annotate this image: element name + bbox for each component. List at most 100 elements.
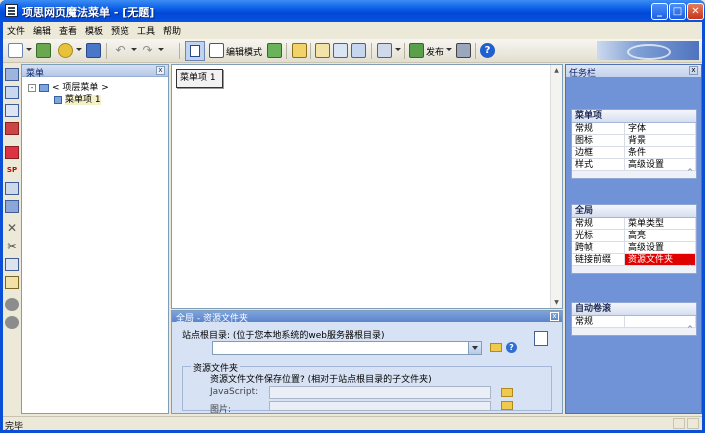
- help-icon[interactable]: ?: [480, 43, 495, 58]
- copy-style-icon[interactable]: [5, 182, 19, 195]
- images-label: 图片:: [210, 405, 232, 415]
- insert-item-icon[interactable]: [315, 43, 330, 58]
- menu-tree-close-icon[interactable]: x: [156, 66, 165, 75]
- scroll-up-icon[interactable]: ▲: [552, 66, 561, 75]
- menu-edit[interactable]: 编辑: [33, 24, 51, 37]
- cut-icon[interactable]: ✂: [5, 240, 19, 253]
- redo-icon[interactable]: ↷: [140, 43, 155, 58]
- task-link[interactable]: 字体: [625, 123, 696, 135]
- menu-item-tool-icon[interactable]: [5, 68, 19, 81]
- menu-help[interactable]: 帮助: [163, 24, 181, 37]
- separator-tool-icon[interactable]: SP: [5, 164, 19, 177]
- menu-tree-title: 菜单: [26, 69, 45, 79]
- publish-dropdown-icon[interactable]: [446, 48, 452, 51]
- task-link[interactable]: 常规: [572, 123, 625, 135]
- images-field[interactable]: [269, 401, 491, 411]
- move-down-icon[interactable]: [5, 316, 19, 329]
- close-button[interactable]: ✕: [687, 3, 704, 20]
- collapse-section-icon[interactable]: [572, 168, 696, 178]
- task-link[interactable]: 样式: [572, 159, 625, 171]
- site-root-combobox[interactable]: [212, 341, 482, 355]
- publish-label[interactable]: 发布: [426, 45, 444, 58]
- open-file-icon[interactable]: [58, 43, 73, 58]
- task-link[interactable]: 光标: [572, 230, 625, 242]
- paste-icon[interactable]: [5, 276, 19, 289]
- preview-icon[interactable]: [377, 43, 392, 58]
- chevron-down-icon[interactable]: [468, 342, 481, 354]
- left-toolbar: SP ✕ ✂: [3, 64, 21, 414]
- minimize-button[interactable]: _: [651, 3, 668, 20]
- task-link[interactable]: 条件: [625, 147, 696, 159]
- task-link[interactable]: 高亮: [625, 230, 696, 242]
- submenu-tool-icon[interactable]: [5, 86, 19, 99]
- menu-file[interactable]: 文件: [7, 24, 25, 37]
- menu-view[interactable]: 查看: [59, 24, 77, 37]
- undo-dropdown-icon[interactable]: [131, 48, 137, 51]
- task-link[interactable]: 高级设置: [625, 159, 696, 171]
- task-link[interactable]: 常规: [572, 316, 625, 328]
- undo-icon[interactable]: ↶: [113, 43, 128, 58]
- publish-icon[interactable]: [409, 43, 424, 58]
- javascript-field[interactable]: [269, 386, 491, 399]
- menu-folder-icon: [39, 83, 49, 92]
- task-link[interactable]: 菜单类型: [625, 218, 696, 230]
- maximize-button[interactable]: □: [669, 3, 686, 20]
- scroll-down-icon[interactable]: ▼: [552, 298, 561, 307]
- task-link[interactable]: 资源文件夹: [625, 254, 696, 266]
- design-canvas[interactable]: 菜单项 1 ▲ ▼: [171, 64, 563, 309]
- open-dropdown-icon[interactable]: [76, 48, 82, 51]
- item-type-icon[interactable]: [5, 146, 19, 159]
- copy-icon[interactable]: [5, 258, 19, 271]
- redo-dropdown-icon[interactable]: [158, 48, 164, 51]
- section-title: 菜单项: [572, 110, 696, 123]
- task-pane-close-icon[interactable]: x: [689, 66, 698, 75]
- menu-preview[interactable]: 预览: [111, 24, 129, 37]
- task-link[interactable]: 边框: [572, 147, 625, 159]
- insert-submenu-icon[interactable]: [333, 43, 348, 58]
- move-tool-icon[interactable]: [5, 200, 19, 213]
- section-title: 全局: [572, 205, 696, 218]
- menu-tools[interactable]: 工具: [137, 24, 155, 37]
- settings-icon[interactable]: [456, 43, 471, 58]
- insert-separator-icon[interactable]: [351, 43, 366, 58]
- task-link[interactable]: 跨帧: [572, 242, 625, 254]
- new-file-icon[interactable]: [8, 43, 23, 58]
- canvas-scrollbar[interactable]: ▲ ▼: [550, 65, 562, 308]
- refresh-icon[interactable]: [267, 43, 282, 58]
- move-up-icon[interactable]: [5, 298, 19, 311]
- toolbar-separator: [286, 43, 287, 59]
- resize-grip-icon[interactable]: [687, 418, 699, 429]
- help-circle-icon[interactable]: ?: [506, 342, 517, 353]
- task-link[interactable]: 高级设置: [625, 242, 696, 254]
- canvas-menu-item[interactable]: 菜单项 1: [176, 69, 223, 88]
- browse-folder-icon[interactable]: [490, 343, 502, 352]
- delete-icon[interactable]: ✕: [5, 222, 19, 235]
- align-tool-icon[interactable]: [5, 104, 19, 117]
- menu-template[interactable]: 模板: [85, 24, 103, 37]
- edit-mode-icon[interactable]: [209, 43, 224, 58]
- properties-icon[interactable]: [292, 43, 307, 58]
- task-link[interactable]: 图标: [572, 135, 625, 147]
- title-bar[interactable]: 项思网页魔法菜单 - [无题] _ □ ✕: [0, 0, 705, 22]
- section-grid: 常规 字体 图标 背景 边框 条件 样式 高级设置: [572, 123, 696, 171]
- task-link[interactable]: 链接前缀: [572, 254, 625, 266]
- edit-mode-label[interactable]: 编辑模式: [226, 45, 262, 58]
- new-dropdown-icon[interactable]: [26, 48, 32, 51]
- preview-dropdown-icon[interactable]: [395, 48, 401, 51]
- tree-child-node[interactable]: 菜单项 1: [54, 92, 101, 105]
- collapse-section-icon[interactable]: [572, 263, 696, 273]
- task-link[interactable]: 背景: [625, 135, 696, 147]
- panel-option-icon[interactable]: [534, 331, 548, 346]
- open-template-icon[interactable]: [36, 43, 51, 58]
- collapse-section-icon[interactable]: [572, 325, 696, 335]
- task-link[interactable]: 常规: [572, 218, 625, 230]
- save-icon[interactable]: [86, 43, 101, 58]
- delete-style-icon[interactable]: [5, 122, 19, 135]
- global-panel-close-icon[interactable]: x: [550, 312, 559, 321]
- images-browse-icon[interactable]: [501, 401, 513, 410]
- menu-tree-panel: 菜单 x - < 项层菜单 > 菜单项 1: [21, 64, 169, 414]
- collapse-icon[interactable]: -: [28, 83, 36, 92]
- layout-toggle-button[interactable]: [185, 41, 205, 61]
- javascript-label: JavaScript:: [210, 387, 259, 397]
- javascript-browse-icon[interactable]: [501, 388, 513, 397]
